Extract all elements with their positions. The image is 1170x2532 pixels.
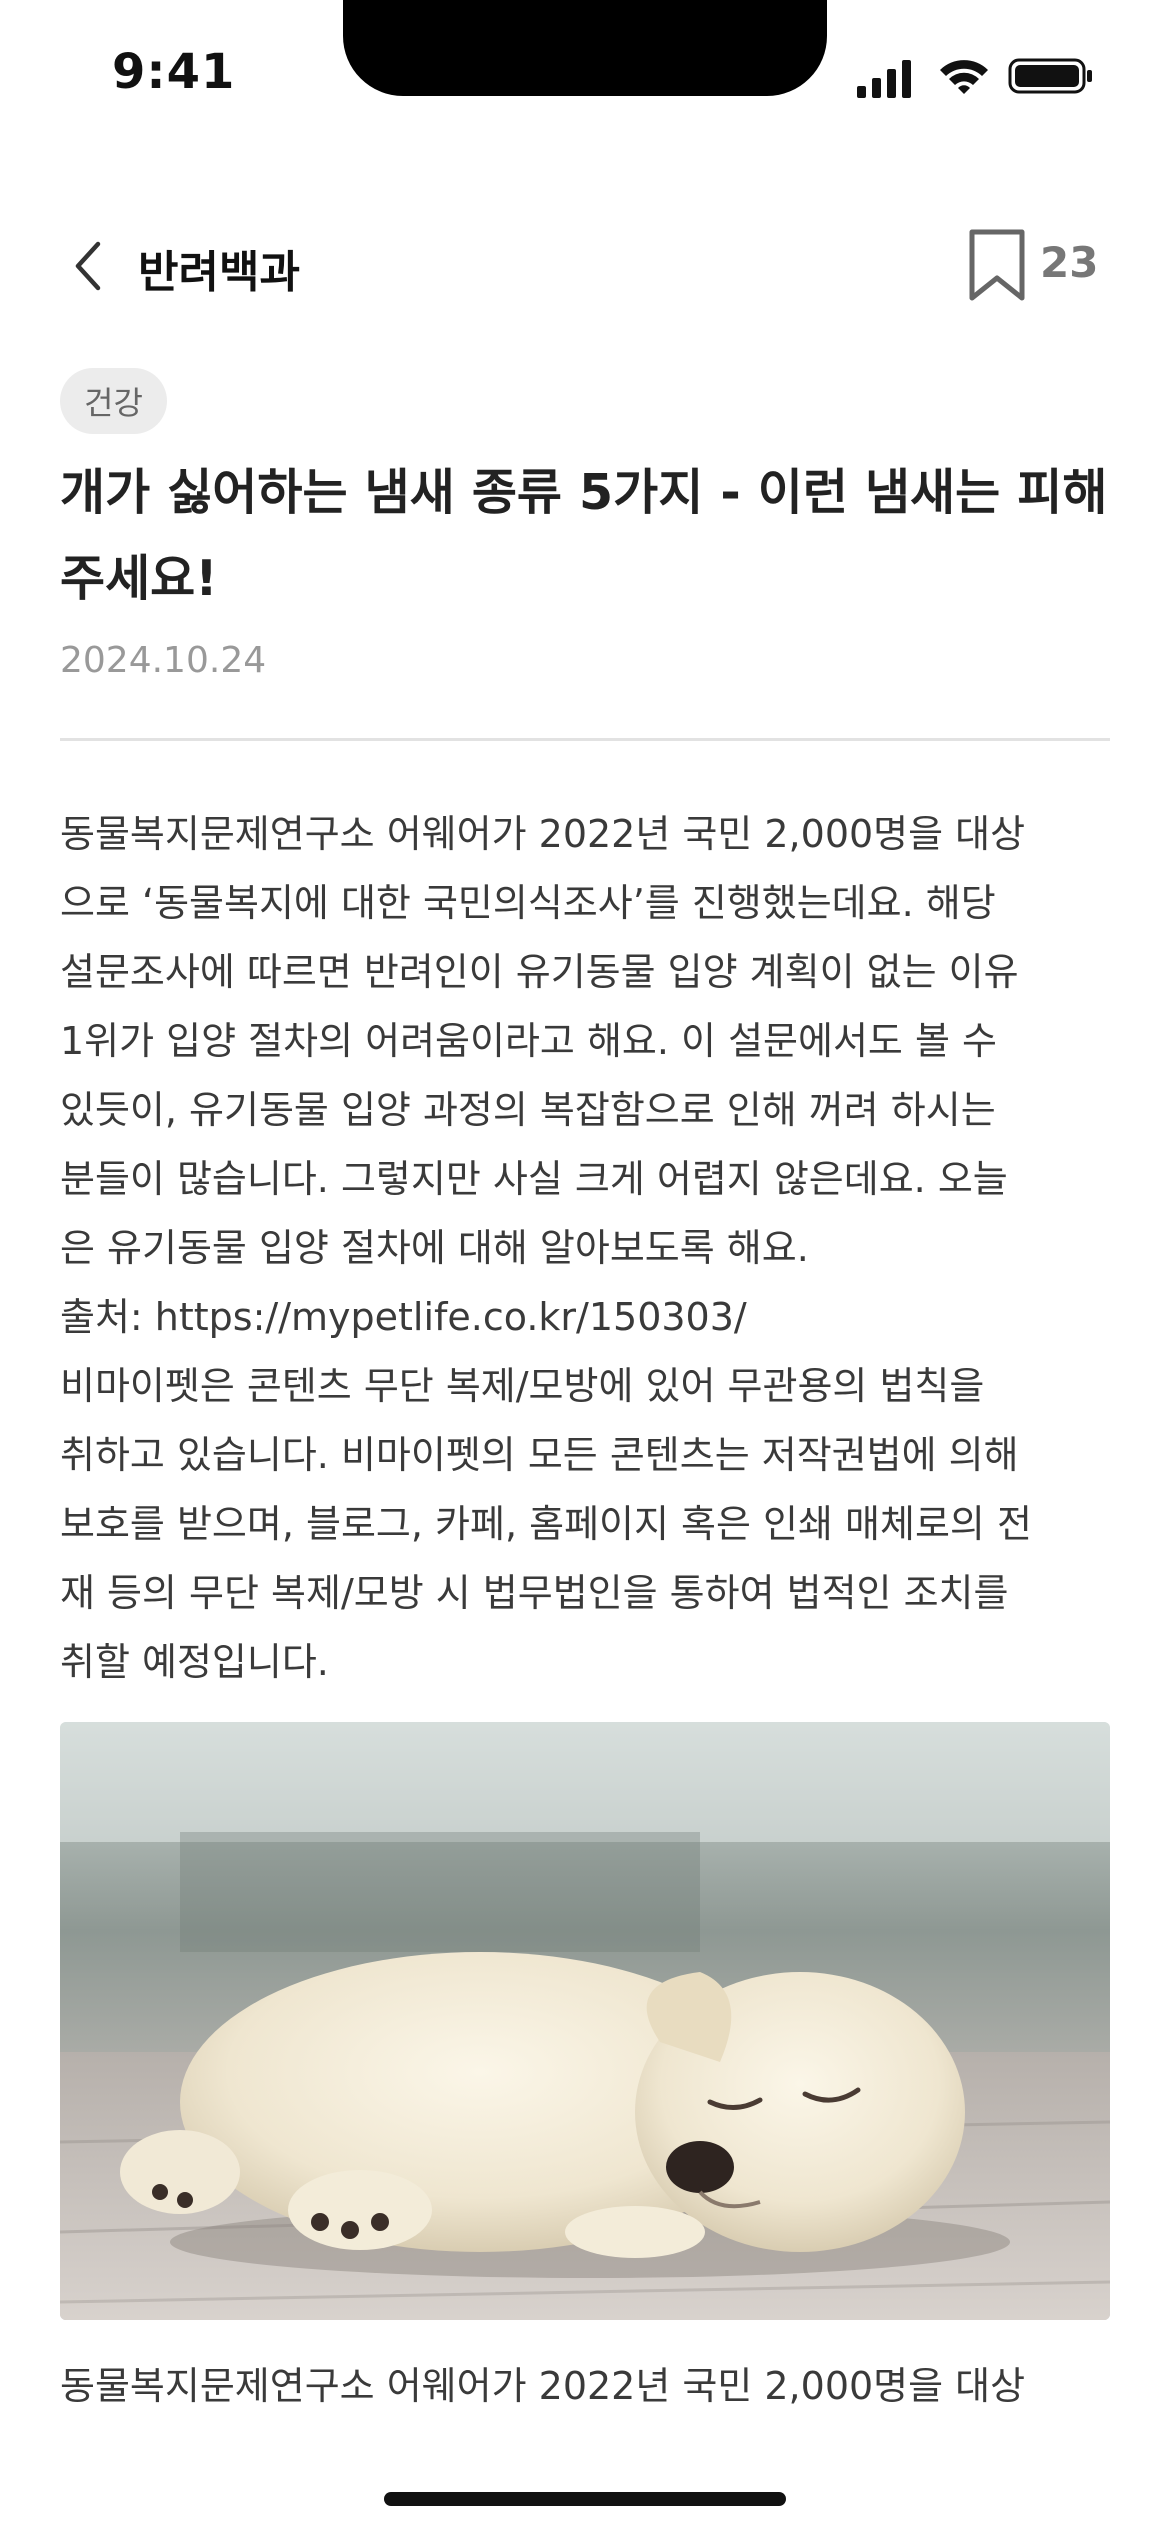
bookmark-icon: [969, 229, 1025, 301]
bookmark-button[interactable]: [962, 226, 1032, 304]
status-time: 9:41: [112, 44, 236, 100]
status-bar: 9:41: [0, 0, 1170, 140]
cellular-signal-icon: [857, 60, 911, 98]
category-chip[interactable]: 건강: [60, 368, 167, 434]
body-line: 재 등의 무단 복제/모방 시 법무법인을 통하여 법적인 조치를: [60, 1571, 1009, 1615]
article-body: 동물복지문제연구소 어웨어가 2022년 국민 2,000명을 대상 으로 ‘동…: [60, 800, 1120, 1697]
article-title: 개가 싫어하는 냄새 종류 5가지 - 이런 냄새는 피해 주세요!: [60, 464, 1108, 607]
battery-icon: [1008, 58, 1092, 94]
article-image: [60, 1722, 1110, 2320]
body-line: 동물복지문제연구소 어웨어가 2022년 국민 2,000명을 대상: [60, 812, 1026, 856]
body-line: 취할 예정입니다.: [60, 1640, 329, 1684]
body-line: 으로 ‘동물복지에 대한 국민의식조사’를 진행했는데요. 해당: [60, 881, 996, 925]
body-line: 있듯이, 유기동물 입양 과정의 복잡함으로 인해 꺼려 하시는: [60, 1088, 996, 1132]
body-line: 1위가 입양 절차의 어려움이라고 해요. 이 설문에서도 볼 수: [60, 1019, 997, 1063]
bookmark-count: 23: [1040, 238, 1099, 287]
body-line: 비마이펫은 콘텐츠 무단 복제/모방에 있어 무관용의 법칙을: [60, 1364, 985, 1408]
body-line: 취하고 있습니다. 비마이펫의 모든 콘텐츠는 저작권법에 의해: [60, 1433, 1019, 1477]
back-button[interactable]: [60, 238, 116, 294]
article-date: 2024.10.24: [60, 640, 267, 681]
body-line: 은 유기동물 입양 절차에 대해 알아보도록 해요.: [60, 1226, 809, 1270]
home-indicator[interactable]: [384, 2492, 786, 2506]
page-title: 반려백과: [138, 247, 300, 298]
device-notch: [343, 0, 827, 96]
sleeping-puppy-image: [60, 1722, 1110, 2320]
body-line: 보호를 받으며, 블로그, 카페, 홈페이지 혹은 인쇄 매체로의 전: [60, 1502, 1032, 1546]
divider: [60, 738, 1110, 741]
body-line: 설문조사에 따르면 반려인이 유기동물 입양 계획이 없는 이유: [60, 950, 1019, 994]
wifi-icon: [940, 60, 988, 94]
body-line: 분들이 많습니다. 그렇지만 사실 크게 어렵지 않은데요. 오늘: [60, 1157, 1008, 1201]
caption-text: 동물복지문제연구소 어웨어가 2022년 국민 2,000명을 대상: [60, 2364, 1026, 2408]
app-header: 반려백과 23: [0, 210, 1170, 320]
chevron-left-icon: [75, 241, 101, 291]
source-link[interactable]: 출처: https://mypetlife.co.kr/150303/: [60, 1283, 1120, 1352]
